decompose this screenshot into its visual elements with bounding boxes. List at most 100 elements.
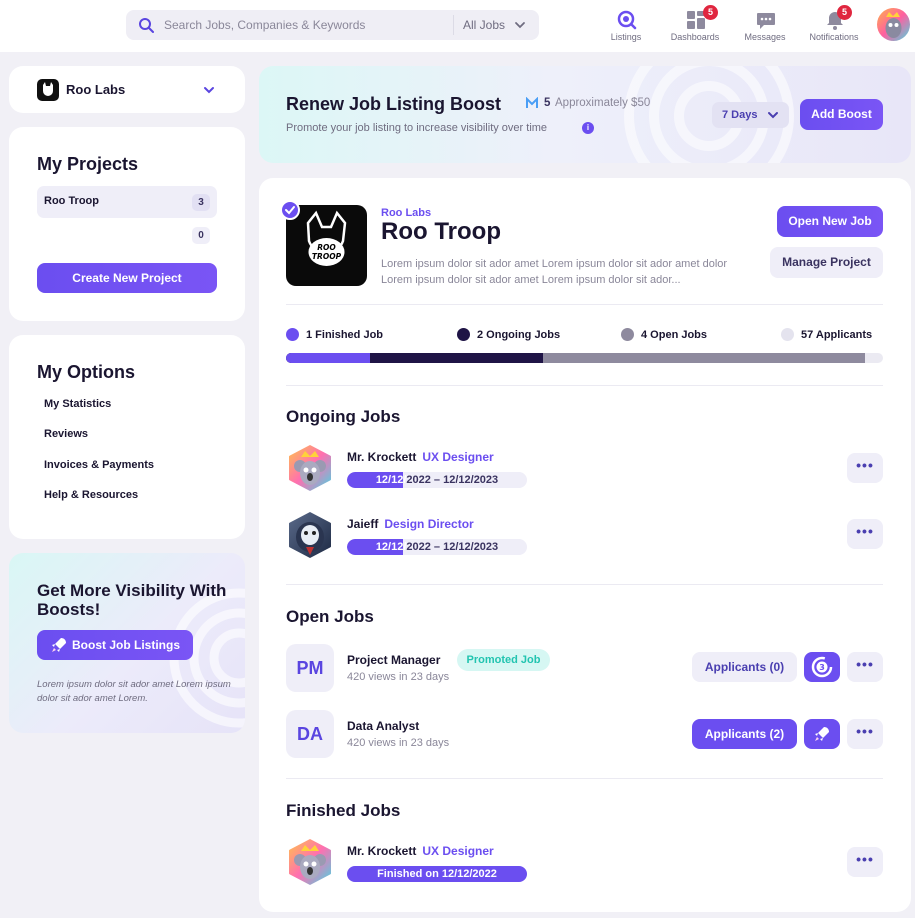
nav-notifications[interactable]: 5 Notifications	[801, 5, 867, 48]
open-job-views: 420 views in 23 days	[347, 737, 450, 749]
divider	[286, 778, 883, 779]
notifications-badge: 5	[837, 5, 852, 20]
svg-text:3: 3	[819, 663, 825, 672]
applicants-dot	[781, 328, 794, 341]
search-input[interactable]: Search Jobs, Companies & Keywords	[164, 18, 365, 32]
user-avatar[interactable]	[877, 8, 910, 41]
stat-ongoing-label: 2 Ongoing Jobs	[477, 329, 561, 341]
koala-avatar-icon	[289, 445, 331, 491]
search-filter-select[interactable]: All Jobs	[463, 18, 505, 32]
project-item-count: 0	[192, 227, 210, 244]
job-date-range: 12/12/2022 – 12/12/2023	[347, 472, 527, 488]
project-item-empty[interactable]: 0	[37, 219, 217, 251]
stat-open-label: 4 Open Jobs	[641, 329, 708, 341]
open-jobs-title: Open Jobs	[286, 607, 374, 626]
avatar[interactable]	[286, 838, 334, 886]
avatar-image	[877, 8, 910, 41]
more-options-button[interactable]: •••	[847, 719, 883, 749]
timer-icon: 3	[811, 656, 833, 678]
date-range-text: 12/12/2022 – 12/12/2023	[375, 541, 499, 553]
job-candidate-name[interactable]: Mr. Krockett UX Designer	[347, 844, 494, 858]
search-icon	[139, 18, 154, 33]
org-name: Roo Labs	[66, 82, 126, 97]
renew-boost-banner: Renew Job Listing Boost 5 Approximately …	[259, 66, 911, 163]
nav-messages-label: Messages	[744, 32, 786, 42]
option-invoices-payments[interactable]: Invoices & Payments	[44, 459, 154, 471]
chevron-down-icon[interactable]	[202, 83, 216, 97]
boost-approx-cost: Approximately $50	[555, 97, 651, 109]
org-logo	[37, 79, 59, 101]
my-projects-panel: My Projects Roo Troop 3 0 Create New Pro…	[9, 127, 245, 321]
chevron-down-icon	[768, 112, 778, 119]
job-initials-badge: DA	[286, 710, 334, 758]
nav-dashboards[interactable]: 5 Dashboards	[662, 5, 728, 48]
open-job-title[interactable]: Project Manager	[347, 653, 440, 667]
top-bar: Search Jobs, Companies & Keywords All Jo…	[0, 0, 915, 52]
job-date-range: 12/12/2022 – 12/12/2023	[347, 539, 527, 555]
more-options-button[interactable]: •••	[847, 519, 883, 549]
chevron-down-icon[interactable]	[514, 19, 526, 31]
more-options-button[interactable]: •••	[847, 453, 883, 483]
finished-dot	[286, 328, 299, 341]
duration-value: 7 Days	[722, 109, 758, 121]
finished-segment	[286, 353, 370, 363]
option-reviews[interactable]: Reviews	[44, 428, 88, 440]
svg-text:ROO: ROO	[317, 243, 336, 252]
create-new-project-button[interactable]: Create New Project	[37, 263, 217, 293]
project-item-roo-troop[interactable]: Roo Troop 3	[37, 186, 217, 218]
nav-listings-label: Listings	[610, 32, 642, 42]
my-options-panel: My Options My Statistics Reviews Invoice…	[9, 335, 245, 539]
avatar[interactable]	[286, 511, 334, 559]
candidate-name: Jaieff	[347, 517, 379, 531]
ongoing-jobs-title: Ongoing Jobs	[286, 407, 401, 426]
boost-rocket-button[interactable]	[804, 719, 840, 749]
info-icon[interactable]: i	[582, 122, 594, 134]
date-range-text: 12/12/2022 – 12/12/2023	[375, 474, 499, 486]
my-projects-title: My Projects	[37, 154, 139, 174]
boost-count-icon	[526, 97, 538, 108]
more-options-button[interactable]: •••	[847, 847, 883, 877]
open-dot	[621, 328, 634, 341]
verified-check-icon	[280, 200, 300, 220]
finished-status-pill: Finished on 12/12/2022	[347, 866, 527, 882]
kangaroo-logo-icon: ROO TROOP	[306, 210, 347, 266]
applicants-button[interactable]: Applicants (2)	[692, 719, 797, 749]
manage-project-button[interactable]: Manage Project	[770, 247, 883, 278]
avatar[interactable]	[286, 444, 334, 492]
project-item-count: 3	[192, 194, 210, 211]
renew-subtitle: Promote your job listing to increase vis…	[286, 122, 548, 134]
job-candidate-name[interactable]: Mr. Krockett UX Designer	[347, 450, 494, 464]
add-boost-button[interactable]: Add Boost	[800, 99, 883, 130]
candidate-name: Mr. Krockett	[347, 450, 417, 464]
candidate-role: UX Designer	[422, 450, 494, 464]
project-description: Lorem ipsum dolor sit ador amet Lorem ip…	[381, 258, 728, 286]
nav-messages[interactable]: Messages	[732, 8, 798, 48]
option-my-statistics[interactable]: My Statistics	[44, 398, 111, 410]
open-new-job-button[interactable]: Open New Job	[777, 206, 883, 237]
duration-select[interactable]: 7 Days	[712, 102, 789, 128]
renew-title: Renew Job Listing Boost	[286, 94, 502, 114]
applicants-button[interactable]: Applicants (0)	[692, 652, 797, 682]
koala-avatar-icon	[289, 839, 331, 885]
job-candidate-name[interactable]: Jaieff Design Director	[347, 517, 474, 531]
promoted-job-tag: Promoted Job	[457, 649, 550, 671]
cat-avatar-icon	[289, 512, 331, 558]
search-bar[interactable]: Search Jobs, Companies & Keywords All Jo…	[126, 10, 539, 40]
org-selector[interactable]: Roo Labs	[9, 66, 245, 113]
boost-timer-button[interactable]: 3	[804, 652, 840, 682]
dashboards-badge: 5	[703, 5, 718, 20]
more-options-button[interactable]: •••	[847, 652, 883, 682]
rocket-icon	[52, 638, 66, 652]
open-job-title[interactable]: Data Analyst	[347, 719, 419, 733]
project-title: Roo Troop	[381, 218, 501, 245]
stat-applicants-label: 57 Applicants	[801, 329, 873, 341]
option-help-resources[interactable]: Help & Resources	[44, 489, 138, 501]
listings-icon	[617, 10, 637, 30]
candidate-role: UX Designer	[422, 844, 494, 858]
jobs-progress-bar	[286, 353, 883, 363]
nav-notifications-label: Notifications	[809, 32, 859, 42]
boost-job-listings-button[interactable]: Boost Job Listings	[37, 630, 193, 660]
ongoing-dot	[457, 328, 470, 341]
nav-listings[interactable]: Listings	[593, 8, 659, 48]
job-initials-badge: PM	[286, 644, 334, 692]
